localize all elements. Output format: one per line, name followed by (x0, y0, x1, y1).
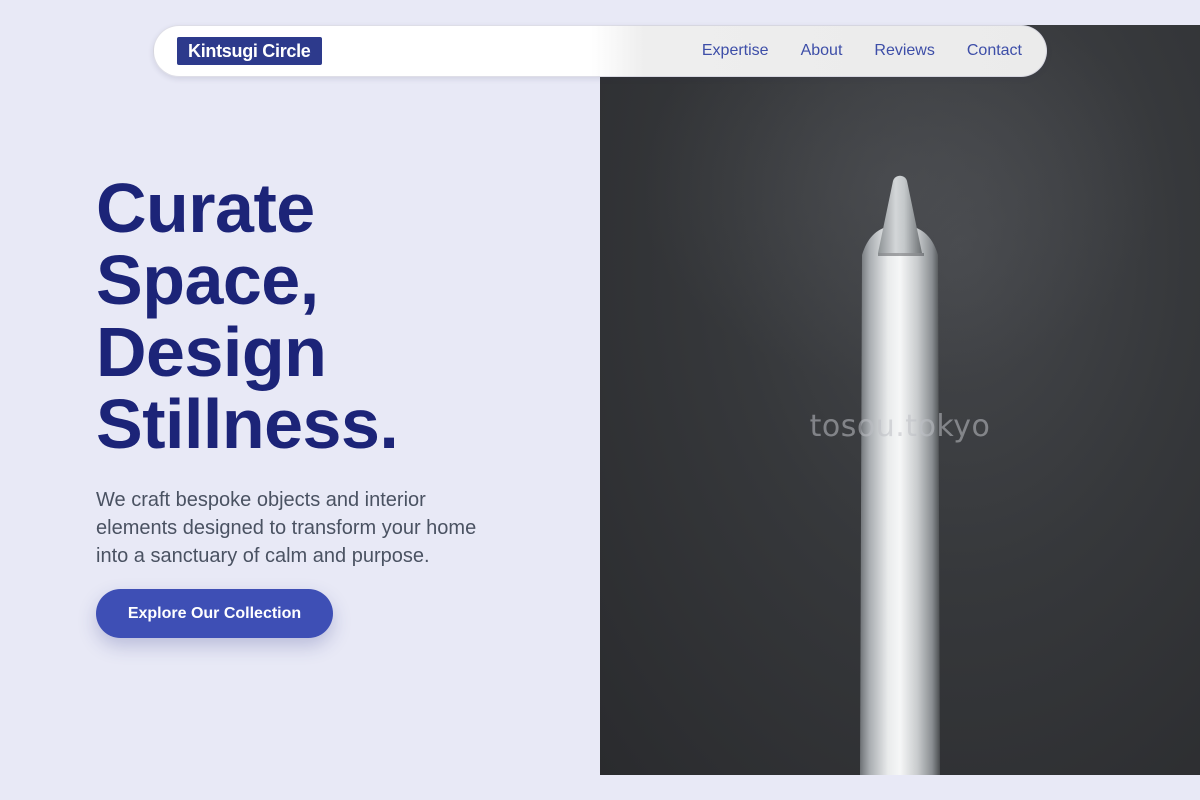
nav-link-about[interactable]: About (801, 42, 843, 60)
headline-line: Design (96, 313, 327, 391)
hero-headline: Curate Space, Design Stillness. (96, 169, 399, 463)
stylus-body (860, 225, 940, 775)
headline-line: Curate (96, 169, 315, 247)
page: tosou.tokyo Kintsugi Circle Expertise Ab… (0, 0, 1200, 800)
nav-links: Expertise About Reviews Contact (702, 26, 1022, 76)
navbar: Kintsugi Circle Expertise About Reviews … (153, 25, 1047, 77)
nav-link-reviews[interactable]: Reviews (874, 42, 934, 60)
nav-link-contact[interactable]: Contact (967, 42, 1022, 60)
stylus-pen-illustration (640, 25, 1160, 775)
headline-line: Stillness. (96, 385, 399, 463)
brand-logo[interactable]: Kintsugi Circle (177, 37, 322, 65)
hero-image: tosou.tokyo (600, 25, 1200, 775)
hero-subtext: We craft bespoke objects and interior el… (96, 489, 477, 567)
headline-line: Space, (96, 241, 319, 319)
nav-link-expertise[interactable]: Expertise (702, 42, 769, 60)
explore-collection-button[interactable]: Explore Our Collection (96, 589, 333, 638)
image-watermark: tosou.tokyo (809, 409, 991, 444)
stylus-seam (878, 253, 924, 256)
